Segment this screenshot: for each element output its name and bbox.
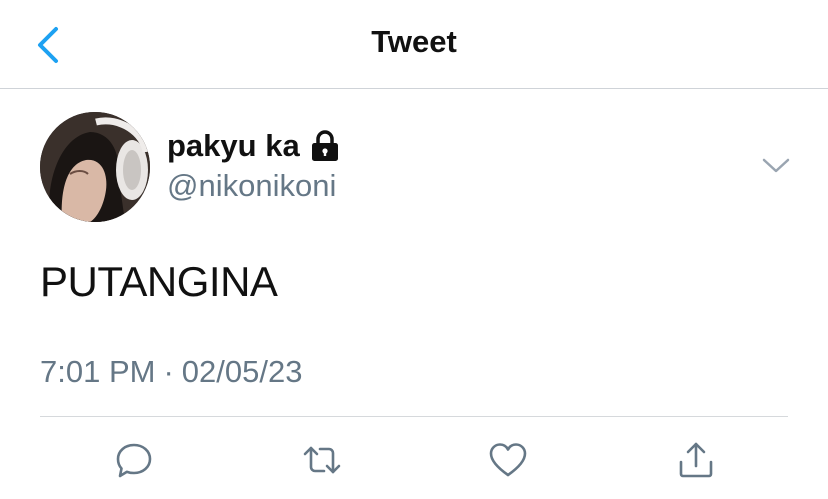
divider (40, 416, 788, 417)
reply-button[interactable] (110, 436, 158, 484)
heart-icon (489, 443, 527, 477)
avatar-photo (40, 112, 150, 222)
tweet-date: 02/05/23 (181, 354, 303, 389)
navigation-bar: Tweet (0, 0, 828, 89)
retweet-button[interactable] (298, 436, 346, 484)
author-name-row[interactable]: pakyu ka (167, 128, 340, 164)
like-button[interactable] (484, 436, 532, 484)
tweet-text: PUTANGINA (40, 258, 278, 305)
timestamp-separator: · (163, 354, 174, 389)
share-button[interactable] (672, 436, 720, 484)
page-title: Tweet (371, 24, 457, 59)
tweet-time: 7:01 PM (40, 354, 156, 389)
display-name: pakyu ka (167, 128, 300, 163)
lock-icon (311, 130, 338, 161)
author-handle[interactable]: @nikonikoni (167, 168, 336, 204)
chevron-down-icon[interactable] (760, 155, 792, 177)
avatar[interactable] (40, 112, 150, 222)
share-icon (679, 442, 713, 478)
reply-icon (116, 443, 152, 478)
retweet-icon (303, 446, 341, 474)
tweet-timestamp: 7:01 PM · 02/05/23 (40, 354, 302, 390)
